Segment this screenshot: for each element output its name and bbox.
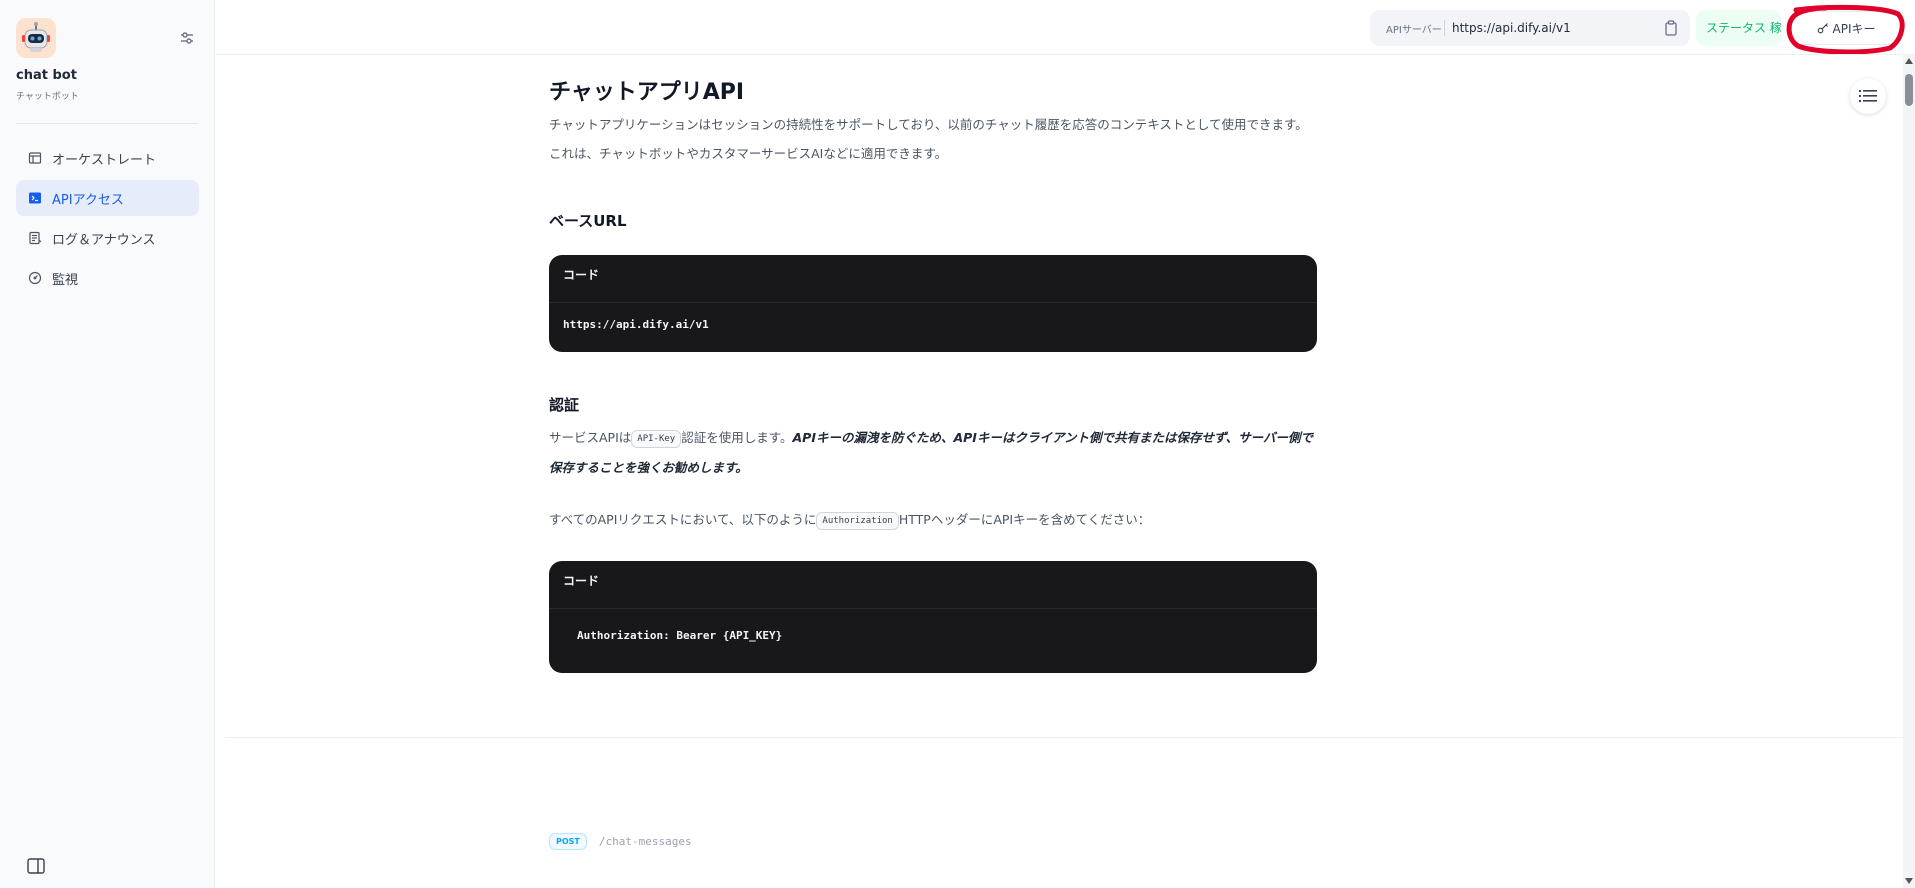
- intro-paragraph: チャットアプリケーションはセッションの持続性をサポートしており、以前のチャット履…: [549, 117, 1308, 161]
- auth-paragraph-2: すべてのAPIリクエストにおいて、以下のように Authorization HTTP…: [549, 505, 1317, 535]
- status-badge: ステータス 稼働中: [1696, 10, 1781, 46]
- api-key-button-label: APIキー: [1832, 21, 1876, 36]
- endpoint-path: /chat-messages: [598, 835, 692, 848]
- section-divider: [225, 737, 1905, 738]
- endpoint-row[interactable]: POST /chat-messages: [549, 833, 692, 850]
- code-block-base-url: コード https://api.dify.ai/v1: [549, 255, 1317, 352]
- auth-paragraph-1: サービスAPIは API-Key 認証を使用します。APIキーの漏洩を防ぐため、AP…: [549, 423, 1317, 483]
- sidebar-item-monitor[interactable]: 監視: [16, 260, 199, 296]
- settings-sliders-icon[interactable]: [178, 29, 196, 47]
- api-server-url-field[interactable]: [1452, 19, 1652, 37]
- api-server-separator: [1444, 20, 1445, 36]
- method-badge: POST: [549, 833, 587, 850]
- scroll-up-arrow[interactable]: [1905, 58, 1913, 64]
- key-icon: [1817, 22, 1829, 34]
- robot-app-icon[interactable]: [16, 18, 56, 58]
- sidebar-item-api-access[interactable]: APIアクセス: [16, 180, 199, 216]
- auth-text: HTTPヘッダーにAPIキーを含めてください：: [898, 512, 1151, 527]
- api-server-label: APIサーバー: [1386, 25, 1442, 36]
- log-icon: [28, 231, 42, 245]
- sidebar-item-orchestrate[interactable]: オーケストレート: [16, 140, 199, 176]
- auth-heading: 認証: [549, 396, 580, 414]
- code-block-body[interactable]: https://api.dify.ai/v1: [549, 303, 1317, 331]
- scroll-down-arrow[interactable]: [1905, 878, 1913, 884]
- app-name: chat bot: [16, 68, 77, 83]
- authorization-chip: Authorization: [816, 511, 899, 530]
- monitor-icon: [28, 271, 42, 285]
- sidebar-item-label: 監視: [52, 272, 79, 288]
- sidebar-item-logs[interactable]: ログ＆アナウンス: [16, 220, 199, 256]
- sidebar: chat bot チャットボット オーケストレート APIアクセス ログ＆アナウ…: [0, 0, 215, 888]
- app-type: チャットボット: [16, 92, 79, 102]
- list-icon: [1859, 90, 1877, 102]
- auth-text: 認証を使用します。: [681, 430, 793, 445]
- sidebar-nav: オーケストレート APIアクセス ログ＆アナウンス 監視: [16, 140, 199, 300]
- layout-icon: [28, 151, 42, 165]
- sidebar-item-label: ログ＆アナウンス: [52, 232, 156, 248]
- sidebar-item-label: APIアクセス: [52, 192, 124, 208]
- code-block-body[interactable]: Authorization: Bearer {API_KEY}: [549, 609, 1317, 642]
- copy-icon[interactable]: [1664, 20, 1678, 36]
- auth-text: サービスAPIは: [549, 430, 632, 445]
- terminal-icon: [28, 191, 42, 205]
- auth-text: すべてのAPIリクエストにおいて、以下のように: [549, 512, 817, 527]
- code-block-authorization: コード Authorization: Bearer {API_KEY}: [549, 561, 1317, 673]
- code-block-header: コード: [549, 561, 1317, 609]
- api-key-chip: API-Key: [631, 429, 682, 448]
- sidebar-collapse-icon[interactable]: [27, 858, 45, 874]
- api-server-box: APIサーバー: [1370, 10, 1690, 46]
- code-block-header: コード: [549, 255, 1317, 303]
- api-key-button[interactable]: APIキー: [1791, 11, 1901, 45]
- scrollbar-thumb[interactable]: [1905, 74, 1913, 106]
- page-title: チャットアプリAPI: [549, 80, 745, 105]
- sidebar-item-label: オーケストレート: [52, 152, 157, 168]
- sidebar-divider: [16, 123, 198, 124]
- table-of-contents-button[interactable]: [1850, 78, 1886, 114]
- base-url-heading: ベースURL: [549, 212, 627, 230]
- scrollbar-track[interactable]: [1903, 54, 1915, 888]
